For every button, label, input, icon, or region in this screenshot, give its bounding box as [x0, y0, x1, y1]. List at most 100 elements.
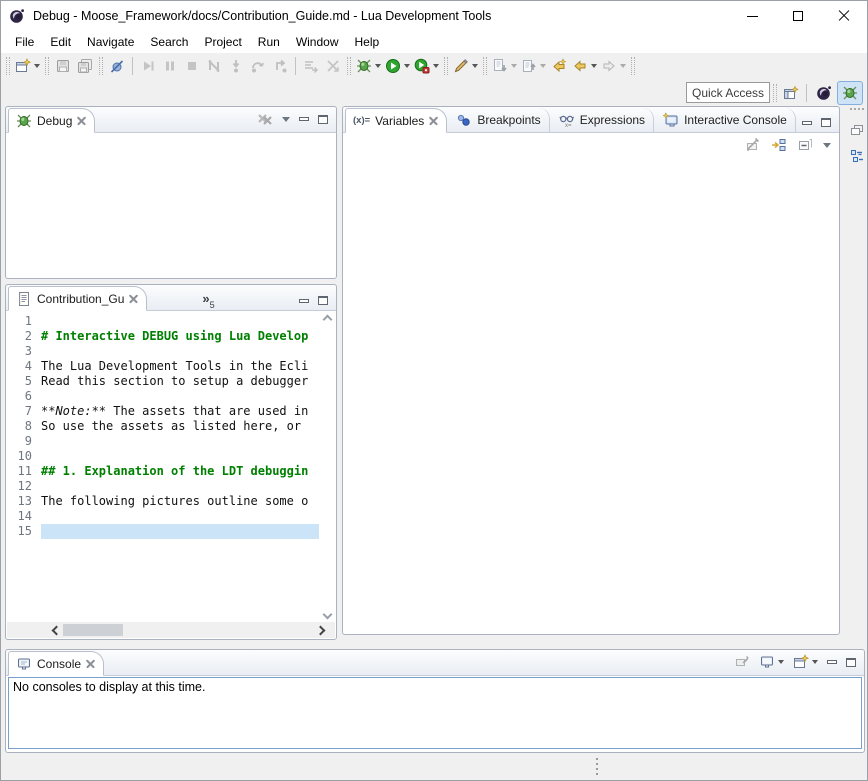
- minimize-icon: [747, 16, 758, 17]
- collapse-all-icon[interactable]: [797, 137, 813, 153]
- close-button[interactable]: [821, 1, 867, 31]
- pin-console-icon[interactable]: [734, 654, 750, 670]
- open-console-icon: [793, 654, 809, 670]
- tab-variables[interactable]: (x)= Variables: [345, 108, 447, 133]
- view-menu-icon[interactable]: [282, 117, 290, 122]
- minimize-view-icon[interactable]: [299, 117, 309, 121]
- drop-to-frame-button[interactable]: [322, 55, 344, 77]
- maximize-view-icon[interactable]: [821, 118, 831, 127]
- step-return-button[interactable]: [269, 55, 291, 77]
- editor-line[interactable]: 6: [7, 389, 319, 404]
- maximize-view-icon[interactable]: [846, 658, 856, 667]
- save-button[interactable]: [52, 55, 74, 77]
- editor-line[interactable]: 13The following pictures outline some o: [7, 494, 319, 509]
- close-view-icon[interactable]: [77, 116, 86, 125]
- tab-breakpoints[interactable]: Breakpoints: [449, 108, 549, 132]
- editor-line[interactable]: 12: [7, 479, 319, 494]
- editor-line[interactable]: 11## 1. Explanation of the LDT debuggin: [7, 464, 319, 479]
- previous-annotation-button[interactable]: [519, 55, 548, 77]
- menu-help[interactable]: Help: [347, 33, 388, 51]
- step-over-button[interactable]: [247, 55, 269, 77]
- terminate-button[interactable]: [181, 55, 203, 77]
- suspend-icon: [162, 58, 178, 74]
- new-wizard-icon: [15, 58, 31, 74]
- menu-edit[interactable]: Edit: [42, 33, 79, 51]
- back-button[interactable]: [570, 55, 599, 77]
- editor-line[interactable]: 2# Interactive DEBUG using Lua Develop: [7, 329, 319, 344]
- new-wizard-button[interactable]: [13, 55, 42, 77]
- editor-line[interactable]: 1: [7, 314, 319, 329]
- terminate-icon: [184, 58, 200, 74]
- editor-horizontal-scrollbar[interactable]: [7, 622, 335, 638]
- menu-project[interactable]: Project: [196, 33, 249, 51]
- menu-run[interactable]: Run: [250, 33, 288, 51]
- quick-access-input[interactable]: [686, 82, 770, 103]
- show-logical-structure-icon[interactable]: [771, 137, 787, 153]
- ldt-perspective-button[interactable]: [811, 81, 837, 105]
- editor-line[interactable]: 7**Note:** The assets that are used in: [7, 404, 319, 419]
- disconnect-button[interactable]: [203, 55, 225, 77]
- scroll-right-button[interactable]: [309, 627, 331, 634]
- menu-navigate[interactable]: Navigate: [79, 33, 142, 51]
- tab-interactive-console[interactable]: Interactive Console: [656, 108, 796, 132]
- close-view-icon[interactable]: [429, 116, 438, 125]
- close-view-icon[interactable]: [86, 659, 95, 668]
- editor-body[interactable]: 12# Interactive DEBUG using Lua Develop3…: [7, 312, 335, 638]
- last-edit-location-button[interactable]: [548, 55, 570, 77]
- resume-button[interactable]: [137, 55, 159, 77]
- step-into-button[interactable]: [225, 55, 247, 77]
- open-perspective-button[interactable]: [780, 82, 802, 104]
- maximize-button[interactable]: [775, 1, 821, 31]
- minimize-view-icon[interactable]: [827, 660, 837, 664]
- save-all-button[interactable]: [74, 55, 96, 77]
- maximize-view-icon[interactable]: [318, 115, 328, 124]
- skip-all-breakpoints-button[interactable]: [106, 55, 128, 77]
- toolbar-drag-handle: [6, 57, 10, 75]
- tab-expressions[interactable]: x= Expressions: [552, 108, 654, 132]
- editor-vertical-scrollbar[interactable]: [320, 312, 335, 622]
- restore-views-icon[interactable]: [849, 122, 865, 138]
- outline-view-icon[interactable]: [849, 148, 865, 164]
- status-bar-grip[interactable]: [596, 758, 598, 776]
- forward-button[interactable]: [599, 55, 628, 77]
- editor-line[interactable]: 5Read this section to setup a debugger: [7, 374, 319, 389]
- minimize-button[interactable]: [729, 1, 775, 31]
- step-into-icon: [228, 58, 244, 74]
- suspend-button[interactable]: [159, 55, 181, 77]
- display-selected-console-button[interactable]: [759, 654, 784, 670]
- minimize-view-icon[interactable]: [802, 121, 812, 125]
- scroll-down-icon[interactable]: [323, 610, 333, 620]
- menu-search[interactable]: Search: [142, 33, 196, 51]
- close-editor-icon[interactable]: [129, 294, 138, 303]
- editor-line[interactable]: 9: [7, 434, 319, 449]
- editor-line[interactable]: 15: [7, 524, 319, 539]
- debug-perspective-button[interactable]: [837, 81, 863, 105]
- run-coverage-dropdown-icon: [433, 64, 439, 68]
- editor-tab[interactable]: Contribution_Gu: [8, 286, 147, 311]
- editor-line[interactable]: 14: [7, 509, 319, 524]
- view-menu-icon[interactable]: [823, 143, 831, 148]
- debug-button[interactable]: [354, 55, 383, 77]
- run-coverage-button[interactable]: [412, 55, 441, 77]
- remove-all-terminated-icon[interactable]: [257, 111, 273, 127]
- run-button[interactable]: [383, 55, 412, 77]
- line-number: 1: [7, 314, 41, 329]
- editor-line[interactable]: 4The Lua Development Tools in the Ecli: [7, 359, 319, 374]
- hidden-editors-chevron[interactable]: » 5: [147, 291, 214, 310]
- scroll-up-icon[interactable]: [323, 315, 333, 325]
- maximize-view-icon[interactable]: [318, 296, 328, 305]
- debug-view-tab[interactable]: Debug: [8, 108, 95, 133]
- scrollbar-thumb[interactable]: [63, 624, 123, 636]
- menu-window[interactable]: Window: [288, 33, 347, 51]
- use-step-filters-button[interactable]: [300, 55, 322, 77]
- editor-line[interactable]: 10: [7, 449, 319, 464]
- menu-file[interactable]: File: [7, 33, 42, 51]
- open-console-button[interactable]: [793, 654, 818, 670]
- minimize-view-icon[interactable]: [299, 299, 309, 303]
- editor-line[interactable]: 3: [7, 344, 319, 359]
- console-tab[interactable]: Console: [8, 651, 104, 676]
- show-type-names-icon[interactable]: [745, 137, 761, 153]
- editor-line[interactable]: 8So use the assets as listed here, or: [7, 419, 319, 434]
- next-annotation-button[interactable]: [490, 55, 519, 77]
- pen-tool-button[interactable]: [451, 55, 480, 77]
